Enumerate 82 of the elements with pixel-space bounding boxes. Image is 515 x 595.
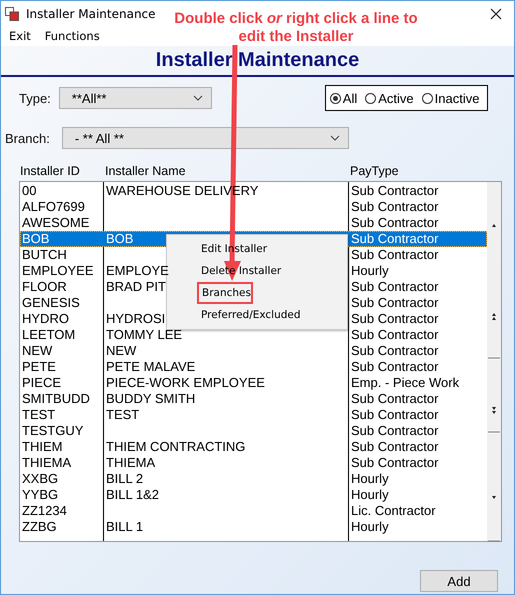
table-cell: HYDROSI [106, 311, 166, 326]
radio-option[interactable]: Inactive [422, 90, 480, 106]
radio-option[interactable]: All [330, 90, 358, 106]
table-cell: ZZ1234 [22, 503, 67, 518]
table-cell: 00 [22, 183, 36, 198]
table-cell: Sub Contractor [351, 327, 438, 342]
table-cell: Sub Contractor [351, 391, 438, 406]
table-cell: TESTGUY [22, 423, 84, 438]
table-cell: NEW [22, 343, 52, 358]
table-cell: PETE MALAVE [106, 359, 196, 374]
table-cell: SMITBUDD [22, 391, 90, 406]
table-cell: Sub Contractor [351, 183, 438, 198]
table-cell: BILL 1&2 [106, 487, 160, 502]
table-cell: THIEMA [106, 455, 156, 470]
table-cell: BUDDY SMITH [106, 391, 196, 406]
table-cell: Sub Contractor [351, 359, 438, 374]
table-cell: Sub Contractor [351, 279, 438, 294]
menu-item[interactable]: Preferred/Excluded [167, 304, 347, 326]
branch-dropdown[interactable]: - ** All ** [62, 127, 349, 149]
annotation-text: Double click or right click a line to edit the Installer [173, 10, 419, 46]
table-cell: FLOOR [22, 279, 67, 294]
chevron-down-icon [192, 95, 203, 101]
menu-item[interactable]: Exit [9, 28, 31, 44]
table-cell: Sub Contractor [351, 439, 438, 454]
menu-item[interactable]: Functions [44, 28, 100, 44]
table-cell: EMPLOYE [106, 263, 169, 278]
table-cell: THIEMA [22, 455, 72, 470]
table-cell: Hourly [351, 519, 389, 534]
table-cell: THIEM CONTRACTING [106, 439, 246, 454]
table-cell: TOMMY LEE [106, 327, 182, 342]
table-cell: Sub Contractor [351, 199, 438, 214]
table-cell: BRAD PIT [106, 279, 166, 294]
table-cell: Hourly [351, 487, 389, 502]
table-cell: Sub Contractor [351, 343, 438, 358]
table-cell: Sub Contractor [351, 423, 438, 438]
table-cell: AWESOME [22, 215, 90, 230]
window-title: Installer Maintenance [26, 6, 156, 20]
table-cell: Sub Contractor [351, 247, 438, 262]
table-cell: THIEM [22, 439, 62, 454]
table-cell: Sub Contractor [351, 215, 438, 230]
table-cell: Sub Contractor [351, 311, 438, 326]
table-cell: BUTCH [22, 247, 67, 262]
branch-label: Branch: [5, 130, 50, 146]
table-cell: Sub Contractor [351, 407, 438, 422]
table-cell: BOB [106, 231, 134, 246]
page-heading: Installer Maintenance [1, 46, 514, 77]
table-cell: EMPLOYEE [22, 263, 94, 278]
table-cell: BILL 2 [106, 471, 144, 486]
table-cell: NEW [106, 343, 136, 358]
column-header[interactable]: Installer ID [20, 164, 105, 179]
table-cell: Emp. - Piece Work [351, 375, 460, 390]
close-icon[interactable] [490, 8, 502, 20]
chevron-down-icon [330, 135, 340, 141]
table-cell: YYBG [22, 487, 58, 502]
table-cell: Sub Contractor [351, 455, 438, 470]
add-button[interactable]: Add [420, 570, 498, 592]
scrollbar[interactable] [487, 182, 501, 541]
table-cell: Hourly [351, 263, 389, 278]
table-cell: Sub Contractor [351, 231, 438, 246]
type-dropdown[interactable]: **All** [58, 87, 212, 109]
table-cell: BOB [22, 231, 50, 246]
radio-option[interactable]: Active [365, 90, 414, 106]
table-cell: TEST [106, 407, 140, 422]
table-cell: TEST [22, 407, 56, 422]
menu-item[interactable]: Branches [197, 282, 253, 304]
app-icon [5, 6, 19, 20]
table-cell: Lic. Contractor [351, 503, 436, 518]
table-cell: PIECE-WORK EMPLOYEE [106, 375, 265, 390]
table-cell: ZZBG [22, 519, 57, 534]
column-header[interactable]: Installer Name [105, 164, 350, 179]
table-cell: XXBG [22, 471, 58, 486]
table-cell: LEETOM [22, 327, 76, 342]
column-header[interactable]: PayType [350, 164, 399, 179]
table-cell: PIECE [22, 375, 62, 390]
table-cell: Hourly [351, 471, 389, 486]
table-cell: GENESIS [22, 295, 80, 310]
table-cell: Sub Contractor [351, 295, 438, 310]
type-label: Type: [19, 90, 51, 106]
table-cell: HYDRO [22, 311, 69, 326]
table-cell: PETE [22, 359, 56, 374]
table-cell: BILL 1 [106, 519, 144, 534]
table-cell: ALFO7699 [22, 199, 85, 214]
